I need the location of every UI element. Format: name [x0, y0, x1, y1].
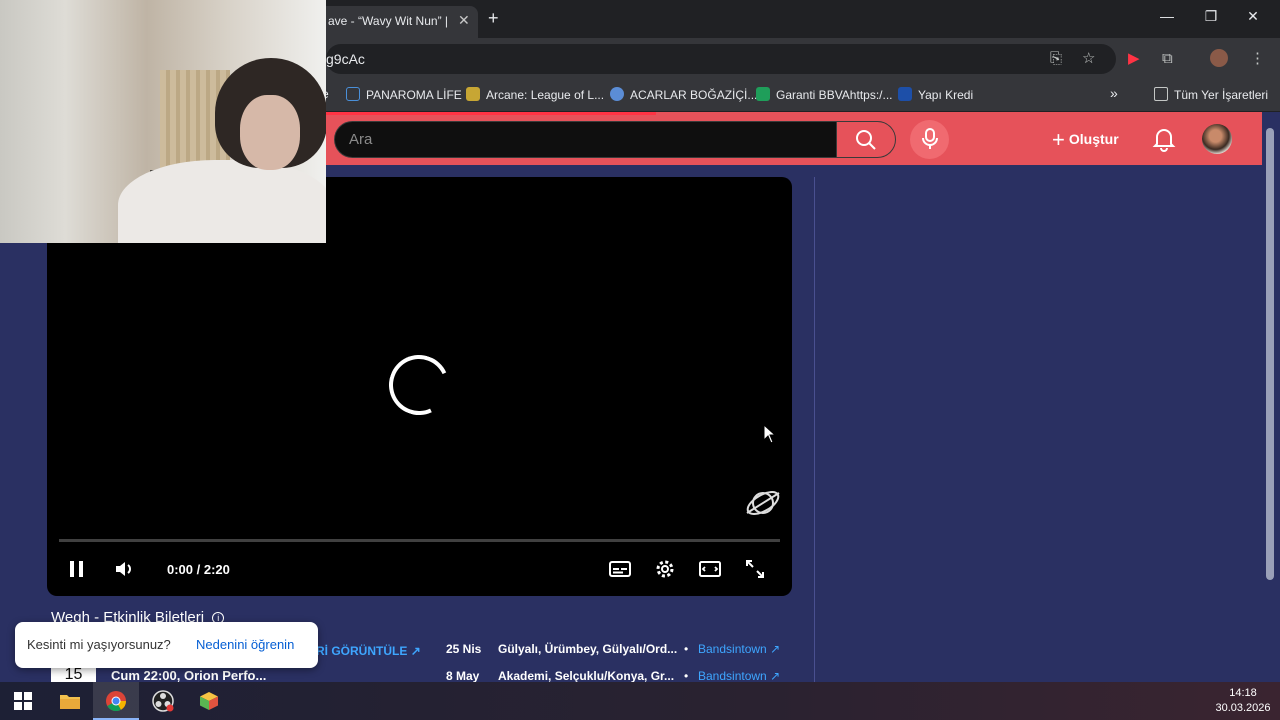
event-time-venue: Cum 22:00, Orion Perfo...: [111, 668, 267, 682]
event-row[interactable]: 25 Nis Gülyalı, Ürümbey, Gülyalı/Ord... …: [446, 642, 791, 662]
windows-logo-icon: [14, 692, 32, 710]
external-link-icon: ↗: [770, 642, 781, 656]
windows-taskbar: 14:18 30.03.2026: [0, 682, 1280, 720]
minimize-icon[interactable]: —: [1152, 8, 1182, 24]
create-button[interactable]: + Oluştur: [1052, 127, 1119, 153]
search-input[interactable]: Ara: [334, 121, 838, 158]
page-load-progress: [326, 112, 656, 115]
bookmark-item[interactable]: Garanti BBVAhttps:/...: [756, 87, 893, 102]
bell-icon: [1152, 129, 1176, 152]
search-button[interactable]: [836, 121, 896, 158]
webcam-person-body: [118, 160, 326, 243]
separator-dot: •: [684, 669, 689, 682]
close-window-icon[interactable]: ✕: [1238, 8, 1268, 25]
microphone-icon: [922, 128, 938, 149]
settings-gear-icon[interactable]: [653, 557, 677, 581]
secondary-column-divider: [814, 177, 815, 682]
clock-time: 14:18: [1229, 687, 1257, 699]
mouse-cursor-icon: [763, 424, 777, 444]
event-location: Akademi, Selçuklu/Konya, Gr...: [498, 669, 675, 682]
notifications-button[interactable]: [1152, 126, 1176, 157]
system-clock[interactable]: 14:18 30.03.2026: [1210, 686, 1276, 716]
event-date: 8 May: [446, 669, 480, 682]
fullscreen-icon[interactable]: [743, 557, 767, 581]
event-date: 25 Nis: [446, 642, 482, 656]
bookmark-item[interactable]: ACARLAR BOĞAZİÇİ...: [610, 87, 757, 102]
recording-app-button[interactable]: [140, 682, 186, 720]
event-source-link[interactable]: Bandsintown ↗: [698, 642, 780, 656]
theater-mode-icon[interactable]: [698, 557, 722, 581]
acarlar-icon: [610, 87, 624, 101]
subtitles-icon[interactable]: [608, 557, 632, 581]
home-icon: [346, 87, 360, 101]
chrome-button[interactable]: [93, 682, 139, 720]
tab-title: ave - “Wavy Wit Nun” | D: [328, 14, 450, 28]
tab-close-icon[interactable]: ✕: [458, 12, 470, 29]
webcam-overlay: [0, 0, 326, 243]
loading-spinner: [380, 346, 458, 424]
url-field[interactable]: g9cAc: [326, 44, 1116, 74]
clock-date: 30.03.2026: [1215, 702, 1271, 714]
yapi-kredi-icon: [898, 87, 912, 101]
avatar[interactable]: [1202, 124, 1232, 154]
issue-toast: Kesinti mi yaşıyorsunuz? Nedenini öğreni…: [15, 622, 318, 668]
learn-why-link[interactable]: Nedenini öğrenin: [196, 637, 294, 652]
volume-icon[interactable]: [113, 557, 137, 581]
extensions-icon[interactable]: ⧉: [1162, 50, 1173, 68]
external-link-icon: ↗: [770, 669, 781, 682]
toast-question: Kesinti mi yaşıyorsunuz?: [27, 637, 171, 652]
event-source-link[interactable]: Bandsintown ↗: [698, 669, 780, 682]
url-text: g9cAc: [326, 51, 365, 67]
install-app-icon[interactable]: ⎘: [1050, 50, 1062, 68]
folder-icon: [1154, 87, 1168, 101]
event-row[interactable]: 8 May Akademi, Selçuklu/Konya, Gr... • B…: [446, 669, 791, 682]
app-cube-button[interactable]: [186, 682, 232, 720]
arcane-icon: [466, 87, 480, 101]
bookmark-item[interactable]: PANAROMA LİFE: [346, 87, 462, 102]
browser-tab[interactable]: ave - “Wavy Wit Nun” | D ✕: [318, 6, 478, 38]
plus-icon: +: [1052, 127, 1065, 152]
bookmark-item[interactable]: Arcane: League of L...: [466, 87, 604, 102]
bookmark-star-icon[interactable]: ☆: [1082, 50, 1095, 68]
separator-dot: •: [684, 642, 689, 656]
create-label: Oluştur: [1068, 131, 1119, 147]
page-scrollbar[interactable]: [1262, 112, 1280, 682]
garanti-icon: [756, 87, 770, 101]
bookmark-item[interactable]: Yapı Kredi: [898, 87, 973, 102]
channel-watermark-icon[interactable]: [743, 483, 783, 523]
cube-icon: [200, 692, 218, 710]
search-placeholder: Ara: [349, 131, 373, 148]
profile-avatar[interactable]: [1210, 49, 1228, 67]
new-tab-icon[interactable]: +: [488, 8, 499, 28]
all-bookmarks-folder[interactable]: Tüm Yer İşaretleri: [1154, 87, 1268, 102]
webcam-person-face: [240, 95, 300, 170]
pause-icon[interactable]: [67, 557, 87, 581]
more-bookmarks-icon[interactable]: »: [1110, 85, 1118, 101]
scrollbar-thumb[interactable]: [1266, 128, 1274, 580]
external-link-icon: ↗: [410, 644, 421, 658]
view-all-link[interactable]: Rİ GÖRÜNTÜLE ↗: [316, 644, 421, 658]
search-icon: [856, 130, 876, 150]
voice-search-button[interactable]: [910, 120, 949, 159]
folder-icon: [60, 695, 80, 709]
file-explorer-button[interactable]: [47, 682, 93, 720]
extension-play-icon[interactable]: ▶: [1128, 50, 1140, 68]
browser-menu-icon[interactable]: ⋮: [1250, 50, 1265, 68]
start-button[interactable]: [0, 682, 46, 720]
event-location: Gülyalı, Ürümbey, Gülyalı/Ord...: [498, 642, 678, 656]
obs-icon: [152, 690, 174, 712]
video-time: 0:00 / 2:20: [167, 562, 230, 577]
video-progress-bar[interactable]: [59, 539, 780, 542]
restore-icon[interactable]: ❐: [1196, 8, 1226, 25]
chrome-icon: [106, 691, 127, 712]
